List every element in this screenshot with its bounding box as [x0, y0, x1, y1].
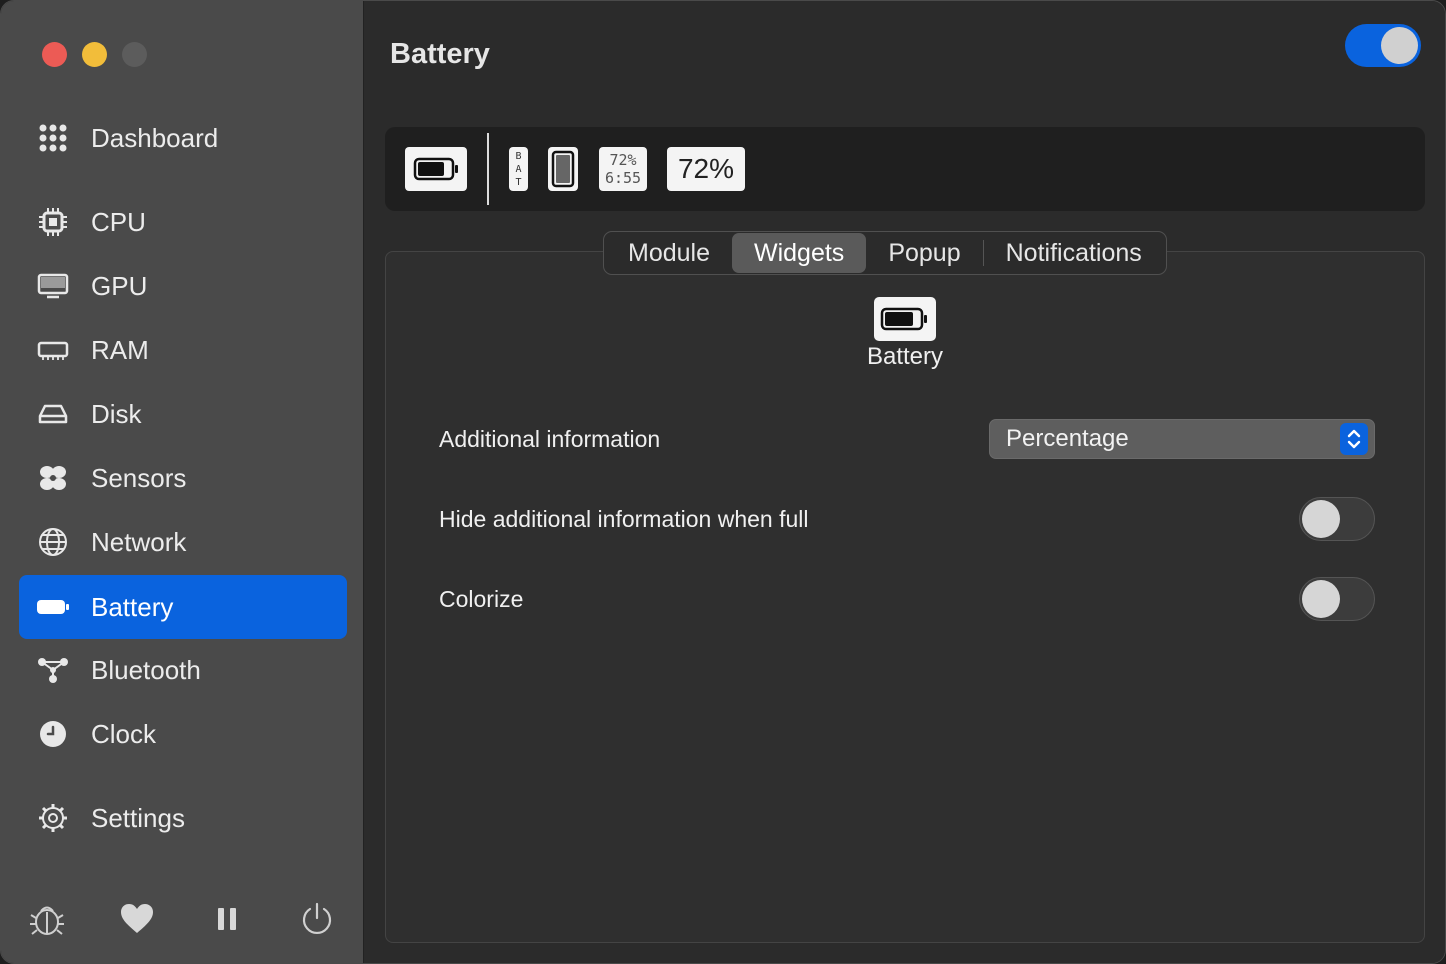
additional-info-select[interactable]: Percentage — [989, 419, 1375, 459]
close-button[interactable] — [42, 42, 67, 67]
vertical-battery-icon — [551, 150, 575, 188]
minimize-button[interactable] — [82, 42, 107, 67]
chevron-up-down-icon — [1340, 423, 1368, 455]
toggle-knob — [1381, 27, 1418, 64]
battery-icon — [880, 307, 927, 331]
colorize-label: Colorize — [439, 586, 524, 612]
colorize-toggle[interactable] — [1299, 577, 1375, 621]
battery-icon — [35, 589, 71, 625]
dashboard-grid-icon — [35, 120, 71, 156]
sidebar-item-label: Disk — [91, 398, 142, 429]
sidebar-footer — [1, 891, 364, 951]
sidebar-item-label: Settings — [91, 802, 185, 833]
bluetooth-network-icon — [35, 652, 71, 688]
sidebar-item-network[interactable]: Network — [19, 510, 347, 574]
heart-icon[interactable] — [117, 899, 157, 939]
power-icon[interactable] — [297, 899, 337, 939]
vertical-letter: T — [515, 177, 522, 188]
strip-divider — [487, 133, 489, 205]
mini-text-widget-chip[interactable]: 72% 6:55 — [599, 147, 647, 191]
globe-icon — [35, 524, 71, 560]
sidebar-item-clock[interactable]: Clock — [19, 702, 347, 766]
text-widget-chip[interactable]: 72% — [667, 147, 745, 191]
bug-icon[interactable] — [27, 899, 67, 939]
hide-when-full-label: Hide additional information when full — [439, 506, 809, 532]
clock-icon — [35, 716, 71, 752]
toggle-knob — [1302, 580, 1340, 618]
page-title: Battery — [390, 38, 490, 70]
tab-notifications[interactable]: Notifications — [984, 233, 1164, 273]
battery-widget-chip[interactable] — [405, 147, 467, 191]
app-window: Dashboard CPU GPU RAM Disk Sensors Netwo… — [0, 0, 1446, 964]
disk-icon — [35, 396, 71, 432]
sidebar-item-label: RAM — [91, 334, 149, 365]
sidebar-item-battery[interactable]: Battery — [19, 575, 347, 639]
tab-module[interactable]: Module — [606, 233, 732, 273]
sidebar-item-label: Bluetooth — [91, 654, 201, 685]
pause-icon[interactable] — [207, 899, 247, 939]
memory-icon — [35, 332, 71, 368]
tab-bar: Module Widgets Popup Notifications — [603, 231, 1167, 275]
monitor-icon — [35, 268, 71, 304]
mini-text-top: 72% — [609, 151, 637, 169]
text-widget-value: 72% — [677, 153, 735, 184]
gear-icon — [35, 800, 71, 836]
mini-text-bottom: 6:55 — [604, 169, 642, 187]
toggle-knob — [1302, 500, 1340, 538]
sidebar-item-cpu[interactable]: CPU — [19, 190, 347, 254]
battery-icon — [413, 157, 458, 181]
sidebar-item-label: Network — [91, 526, 187, 557]
sidebar-item-disk[interactable]: Disk — [19, 382, 347, 446]
additional-info-label: Additional information — [439, 426, 661, 452]
sidebar-item-label: GPU — [91, 270, 148, 301]
module-enable-toggle[interactable] — [1345, 24, 1421, 67]
cpu-chip-icon — [35, 204, 71, 240]
select-value: Percentage — [1006, 425, 1129, 452]
main-pane: Battery B A T 72% 6:55 72% Module Widget… — [364, 1, 1445, 963]
fan-icon — [35, 460, 71, 496]
vertical-battery-widget-chip[interactable] — [548, 147, 578, 191]
sidebar-item-label: Battery — [91, 591, 174, 622]
sidebar-item-settings[interactable]: Settings — [19, 786, 347, 850]
selected-widget-preview[interactable] — [874, 297, 936, 341]
sidebar-item-label: Sensors — [91, 462, 187, 493]
sidebar-item-label: Dashboard — [91, 122, 219, 153]
tab-widgets[interactable]: Widgets — [732, 233, 867, 273]
vertical-letter: B — [515, 151, 522, 162]
sidebar-item-gpu[interactable]: GPU — [19, 254, 347, 318]
tab-popup[interactable]: Popup — [866, 233, 982, 273]
hide-when-full-toggle[interactable] — [1299, 497, 1375, 541]
widget-name: Battery — [866, 343, 944, 370]
sidebar-item-label: CPU — [91, 206, 146, 237]
sidebar: Dashboard CPU GPU RAM Disk Sensors Netwo… — [1, 1, 364, 963]
widget-preview-strip: B A T 72% 6:55 72% — [385, 127, 1425, 211]
vertical-label-widget-chip[interactable]: B A T — [509, 147, 528, 191]
sidebar-item-bluetooth[interactable]: Bluetooth — [19, 638, 347, 702]
window-controls — [42, 42, 147, 67]
sidebar-item-sensors[interactable]: Sensors — [19, 446, 347, 510]
zoom-button[interactable] — [122, 42, 147, 67]
sidebar-item-ram[interactable]: RAM — [19, 318, 347, 382]
sidebar-item-label: Clock — [91, 718, 157, 749]
vertical-letter: A — [515, 164, 522, 175]
sidebar-item-dashboard[interactable]: Dashboard — [19, 106, 347, 170]
